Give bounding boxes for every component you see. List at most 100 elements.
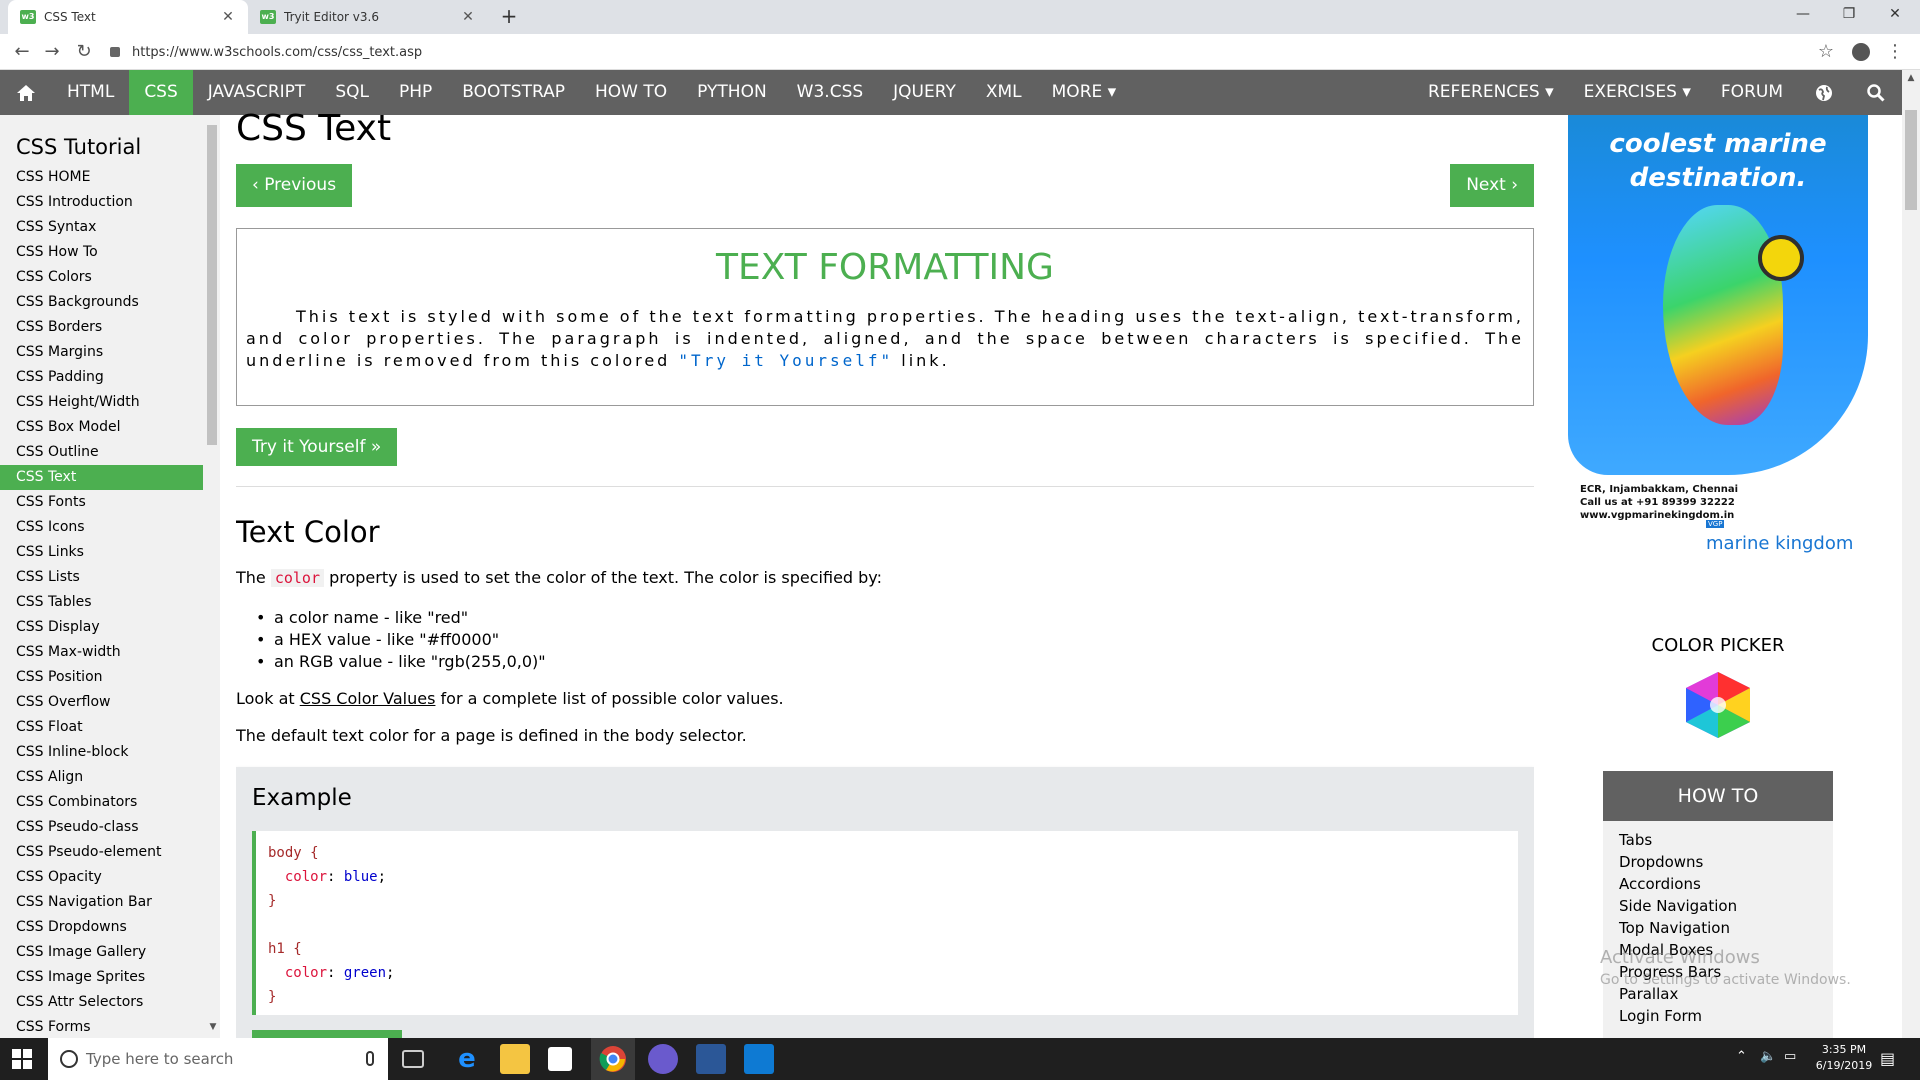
howto-link-side-navigation[interactable]: Side Navigation <box>1619 895 1817 917</box>
sidebar-item-css-margins[interactable]: CSS Margins <box>0 340 203 365</box>
notifications-icon[interactable]: ▤ <box>1880 1049 1895 1068</box>
volume-icon[interactable]: 🔈 <box>1760 1049 1776 1064</box>
taskbar-search-input[interactable]: Type here to search <box>48 1038 388 1080</box>
network-icon[interactable]: ▭ <box>1784 1049 1796 1064</box>
sidebar-item-css-height-width[interactable]: CSS Height/Width <box>0 390 203 415</box>
sidebar-item-css-opacity[interactable]: CSS Opacity <box>0 865 203 890</box>
sidebar-item-css-borders[interactable]: CSS Borders <box>0 315 203 340</box>
minimize-icon[interactable]: — <box>1780 0 1826 30</box>
restore-icon[interactable]: ❐ <box>1826 0 1872 30</box>
sidebar-item-css-forms[interactable]: CSS Forms <box>0 1015 203 1038</box>
sidebar-item-css-box-model[interactable]: CSS Box Model <box>0 415 203 440</box>
sidebar-item-css-image-sprites[interactable]: CSS Image Sprites <box>0 965 203 990</box>
clock-time: 3:35 PM <box>1821 1043 1867 1056</box>
sidebar-item-css-outline[interactable]: CSS Outline <box>0 440 203 465</box>
scroll-up-icon[interactable]: ▲ <box>1905 73 1917 85</box>
sidebar-item-css-pseudo-element[interactable]: CSS Pseudo-element <box>0 840 203 865</box>
demo-paragraph: This text is styled with some of the tex… <box>246 306 1524 372</box>
menu-kebab-icon[interactable]: ⋮ <box>1886 38 1904 66</box>
sidebar-item-css-combinators[interactable]: CSS Combinators <box>0 790 203 815</box>
color-picker-title: COLOR PICKER <box>1651 635 1785 656</box>
forward-icon[interactable]: → <box>38 38 66 66</box>
sidebar-item-css-dropdowns[interactable]: CSS Dropdowns <box>0 915 203 940</box>
sidebar-item-css-max-width[interactable]: CSS Max-width <box>0 640 203 665</box>
tab-title: Tryit Editor v3.6 <box>284 10 379 24</box>
ad-address: ECR, Injambakkam, Chennai Call us at +91 … <box>1580 484 1739 521</box>
sidebar-item-css-image-gallery[interactable]: CSS Image Gallery <box>0 940 203 965</box>
sidebar-item-css-introduction[interactable]: CSS Introduction <box>0 190 203 215</box>
notepad-icon[interactable] <box>696 1044 726 1074</box>
reload-icon[interactable]: ↻ <box>70 38 98 66</box>
task-view-icon[interactable] <box>402 1050 424 1068</box>
sidebar-item-css-links[interactable]: CSS Links <box>0 540 203 565</box>
sidebar-item-css-fonts[interactable]: CSS Fonts <box>0 490 203 515</box>
color-types-list: a color name - like "red" a HEX value - … <box>256 607 546 673</box>
home-icon[interactable] <box>0 70 52 115</box>
howto-link-top-navigation[interactable]: Top Navigation <box>1619 917 1817 939</box>
microphone-icon[interactable] <box>366 1051 374 1066</box>
howto-link-tabs[interactable]: Tabs <box>1619 829 1817 851</box>
windows-start-icon[interactable] <box>12 1049 32 1069</box>
previous-button[interactable]: ‹ Previous <box>236 164 353 207</box>
sidebar-item-css-align[interactable]: CSS Align <box>0 765 203 790</box>
search-icon[interactable] <box>1850 70 1902 115</box>
sidebar-item-css-lists[interactable]: CSS Lists <box>0 565 203 590</box>
sidebar-item-css-how-to[interactable]: CSS How To <box>0 240 203 265</box>
howto-link-dropdowns[interactable]: Dropdowns <box>1619 851 1817 873</box>
example-try-button[interactable] <box>252 1030 402 1038</box>
sidebar-item-css-inline-block[interactable]: CSS Inline-block <box>0 740 203 765</box>
howto-link-login-form[interactable]: Login Form <box>1619 1005 1817 1027</box>
look-text: Look at <box>236 689 300 708</box>
back-icon[interactable]: ← <box>8 38 36 66</box>
sidebar-item-css-pseudo-class[interactable]: CSS Pseudo-class <box>0 815 203 840</box>
sidebar-item-css-padding[interactable]: CSS Padding <box>0 365 203 390</box>
new-tab-button[interactable]: + <box>496 4 522 30</box>
profile-icon[interactable] <box>1852 43 1870 61</box>
sidebar-item-css-attr-selectors[interactable]: CSS Attr Selectors <box>0 990 203 1015</box>
close-icon[interactable]: ✕ <box>220 9 236 25</box>
close-icon[interactable]: ✕ <box>460 9 476 25</box>
window-close-icon[interactable]: ✕ <box>1872 0 1918 30</box>
sidebar-item-css-text[interactable]: CSS Text <box>0 465 203 490</box>
sidebar-item-css-overflow[interactable]: CSS Overflow <box>0 690 203 715</box>
fish-eye <box>1758 235 1804 281</box>
nav-css[interactable]: CSS <box>129 70 193 115</box>
sidebar-item-css-float[interactable]: CSS Float <box>0 715 203 740</box>
sidebar-item-css-icons[interactable]: CSS Icons <box>0 515 203 540</box>
sidebar-item-css-colors[interactable]: CSS Colors <box>0 265 203 290</box>
vscode-icon[interactable] <box>744 1044 774 1074</box>
sidebar-item-css-syntax[interactable]: CSS Syntax <box>0 215 203 240</box>
sidebar-item-css-home[interactable]: CSS HOME <box>0 165 203 190</box>
scroll-down-icon[interactable]: ▼ <box>208 1022 218 1034</box>
url-input[interactable]: https://www.w3schools.com/css/css_text.a… <box>110 39 1770 65</box>
tray-chevron-icon[interactable]: ⌃ <box>1736 1049 1747 1064</box>
try-it-yourself-button[interactable]: Try it Yourself » <box>236 428 398 466</box>
tab-tryit-editor[interactable]: w3 Tryit Editor v3.6 ✕ <box>248 0 488 34</box>
nav-exercises[interactable]: EXERCISES ▾ <box>1569 70 1706 115</box>
file-explorer-icon[interactable] <box>500 1044 530 1074</box>
eclipse-icon[interactable] <box>648 1044 678 1074</box>
edge-icon[interactable]: e <box>452 1044 482 1074</box>
next-button[interactable]: Next › <box>1450 164 1534 207</box>
globe-icon[interactable] <box>1798 70 1850 115</box>
nav-forum[interactable]: FORUM <box>1706 70 1798 115</box>
sidebar-item-css-backgrounds[interactable]: CSS Backgrounds <box>0 290 203 315</box>
advertisement[interactable]: coolest marine destination. ECR, Injambak… <box>1568 115 1868 595</box>
css-color-values-link[interactable]: CSS Color Values <box>300 689 436 708</box>
sidebar-item-css-position[interactable]: CSS Position <box>0 665 203 690</box>
demo-link[interactable]: "Try it Yourself" <box>678 351 893 370</box>
tab-css-text[interactable]: w3 CSS Text ✕ <box>8 0 248 34</box>
page-scroll-thumb[interactable] <box>1905 110 1917 210</box>
howto-link-accordions[interactable]: Accordions <box>1619 873 1817 895</box>
color-picker-icon[interactable] <box>1680 670 1756 740</box>
system-clock[interactable]: 3:35 PM 6/19/2019 <box>1804 1042 1884 1074</box>
sidebar-item-css-navigation-bar[interactable]: CSS Navigation Bar <box>0 890 203 915</box>
nav-html[interactable]: HTML <box>52 70 129 115</box>
sidebar-scroll-thumb[interactable] <box>207 125 217 445</box>
chrome-icon[interactable] <box>598 1044 628 1074</box>
store-icon[interactable] <box>548 1047 572 1071</box>
sidebar-item-css-display[interactable]: CSS Display <box>0 615 203 640</box>
bookmark-star-icon[interactable]: ☆ <box>1812 38 1840 66</box>
sidebar-item-css-tables[interactable]: CSS Tables <box>0 590 203 615</box>
page-scrollbar[interactable] <box>1902 70 1920 1038</box>
